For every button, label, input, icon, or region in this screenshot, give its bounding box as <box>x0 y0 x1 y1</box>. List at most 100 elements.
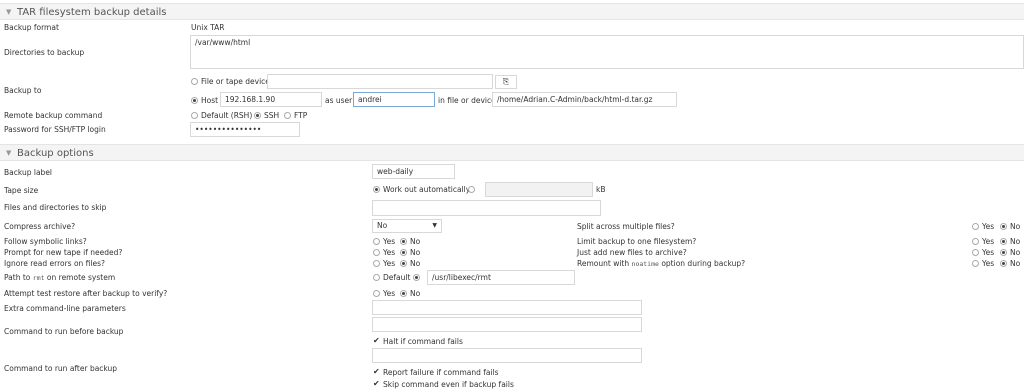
symlinks-no-radio[interactable] <box>400 238 407 245</box>
split-no-label: No <box>1010 222 1021 231</box>
backup-label-label: Backup label <box>4 168 53 177</box>
ssh-label: SSH <box>264 111 280 120</box>
report-checkbox-icon[interactable]: ✔ <box>373 367 380 376</box>
rsh-radio[interactable] <box>191 112 198 119</box>
symlinks-yes-label: Yes <box>383 237 396 246</box>
remote-command-label: Remote backup command <box>4 111 103 120</box>
limit-no-radio[interactable] <box>1000 238 1007 245</box>
tape-auto-label: Work out automatically <box>383 185 471 194</box>
before-command-label: Command to run before backup <box>4 327 124 336</box>
remount-post: option during backup? <box>661 259 746 268</box>
limit-yes-radio[interactable] <box>972 238 979 245</box>
verify-no-radio[interactable] <box>400 290 407 297</box>
backup-to-label: Backup to <box>4 86 42 95</box>
host-label: Host <box>201 96 219 105</box>
ignore-yes-radio[interactable] <box>373 260 380 267</box>
symlinks-label: Follow symbolic links? <box>4 237 87 246</box>
ftp-label: FTP <box>294 111 308 120</box>
file-chooser-icon: ⎘ <box>502 77 510 86</box>
split-label: Split across multiple files? <box>577 222 675 231</box>
file-chooser-button[interactable]: ⎘ <box>495 75 517 89</box>
rmt-path-input[interactable]: /usr/libexec/rmt <box>427 270 575 285</box>
tape-size-label: Tape size <box>4 186 39 195</box>
host-input[interactable]: 192.168.1.90 <box>220 92 322 107</box>
collapse-triangle-icon[interactable]: ▼ <box>6 145 11 162</box>
rmt-default-label: Default <box>383 273 411 282</box>
ftp-radio[interactable] <box>284 112 291 119</box>
section-title: TAR filesystem backup details <box>17 7 167 18</box>
extra-params-input[interactable] <box>372 300 642 315</box>
symlinks-no-label: No <box>410 237 421 246</box>
verify-no-label: No <box>410 289 421 298</box>
file-or-tape-label: File or tape device <box>201 77 270 86</box>
rmt-post: on remote system <box>46 273 116 282</box>
ssh-radio[interactable] <box>254 112 261 119</box>
add-new-no-radio[interactable] <box>1000 249 1007 256</box>
compress-label: Compress archive? <box>4 222 76 231</box>
file-or-tape-radio[interactable] <box>191 78 198 85</box>
limit-no-label: No <box>1010 237 1021 246</box>
verify-yes-label: Yes <box>383 289 396 298</box>
prompt-yes-label: Yes <box>383 248 396 257</box>
backup-format-label: Backup format <box>4 23 59 32</box>
skip-cmd-label: Skip command even if backup fails <box>383 380 514 389</box>
add-new-yes-radio[interactable] <box>972 249 979 256</box>
options-section-header[interactable]: ▼ Backup options <box>0 144 1024 161</box>
skip-files-label: Files and directories to skip <box>4 203 107 212</box>
backup-label-input[interactable]: web-daily <box>372 164 455 179</box>
backup-format-value: Unix TAR <box>191 23 225 32</box>
after-command-input[interactable] <box>372 348 642 363</box>
tape-size-input[interactable] <box>485 182 593 197</box>
dropdown-arrow-icon: ▼ <box>432 222 437 229</box>
before-command-input[interactable] <box>372 317 642 332</box>
host-radio[interactable] <box>191 97 198 104</box>
collapse-triangle-icon[interactable]: ▼ <box>6 4 11 21</box>
add-new-label: Just add new files to archive? <box>577 248 687 257</box>
prompt-no-radio[interactable] <box>400 249 407 256</box>
rmt-code: rmt <box>32 274 45 282</box>
symlinks-yes-radio[interactable] <box>373 238 380 245</box>
tape-custom-radio[interactable] <box>468 186 475 193</box>
remount-pre: Remount with <box>577 259 630 268</box>
remount-code: noatime <box>631 260 659 268</box>
section-title: Backup options <box>17 148 94 159</box>
verify-yes-radio[interactable] <box>373 290 380 297</box>
ignore-no-radio[interactable] <box>400 260 407 267</box>
report-label: Report failure if command fails <box>383 368 499 377</box>
prompt-tape-label: Prompt for new tape if needed? <box>4 248 123 257</box>
compress-select[interactable]: No ▼ <box>372 219 442 233</box>
skip-files-input[interactable] <box>372 200 601 216</box>
halt-checkbox-icon[interactable]: ✔ <box>373 336 380 345</box>
limit-yes-label: Yes <box>982 237 995 246</box>
in-file-label: in file or device <box>438 96 496 105</box>
skip-cmd-checkbox-icon[interactable]: ✔ <box>373 379 380 388</box>
password-label: Password for SSH/FTP login <box>4 125 106 134</box>
remote-file-input[interactable]: /home/Adrian.C-Admin/back/html-d.tar.gz <box>492 92 677 107</box>
rmt-custom-radio[interactable] <box>413 274 420 281</box>
user-input[interactable]: andrei <box>353 92 435 107</box>
ignore-yes-label: Yes <box>383 259 396 268</box>
rmt-default-radio[interactable] <box>373 274 380 281</box>
ignore-errors-label: Ignore read errors on files? <box>4 259 105 268</box>
add-new-no-label: No <box>1010 248 1021 257</box>
split-yes-radio[interactable] <box>972 223 979 230</box>
verify-label: Attempt test restore after backup to ver… <box>4 289 168 298</box>
remount-label: Remount with noatime option during backu… <box>577 259 745 268</box>
tape-auto-radio[interactable] <box>373 186 380 193</box>
remount-yes-radio[interactable] <box>972 260 979 267</box>
extra-params-label: Extra command-line parameters <box>4 304 126 313</box>
rmt-path-label: Path to rmt on remote system <box>4 273 115 282</box>
remount-no-radio[interactable] <box>1000 260 1007 267</box>
file-device-input[interactable] <box>267 74 493 89</box>
after-command-label: Command to run after backup <box>4 364 118 373</box>
compress-select-value: No <box>377 221 388 230</box>
remount-yes-label: Yes <box>982 259 995 268</box>
split-no-radio[interactable] <box>1000 223 1007 230</box>
prompt-yes-radio[interactable] <box>373 249 380 256</box>
remount-no-label: No <box>1010 259 1021 268</box>
ignore-no-label: No <box>410 259 421 268</box>
password-input[interactable]: ••••••••••••••• <box>190 122 300 137</box>
directories-textarea[interactable]: /var/www/html <box>190 35 1024 69</box>
tar-section-header[interactable]: ▼ TAR filesystem backup details <box>0 3 1024 20</box>
prompt-no-label: No <box>410 248 421 257</box>
